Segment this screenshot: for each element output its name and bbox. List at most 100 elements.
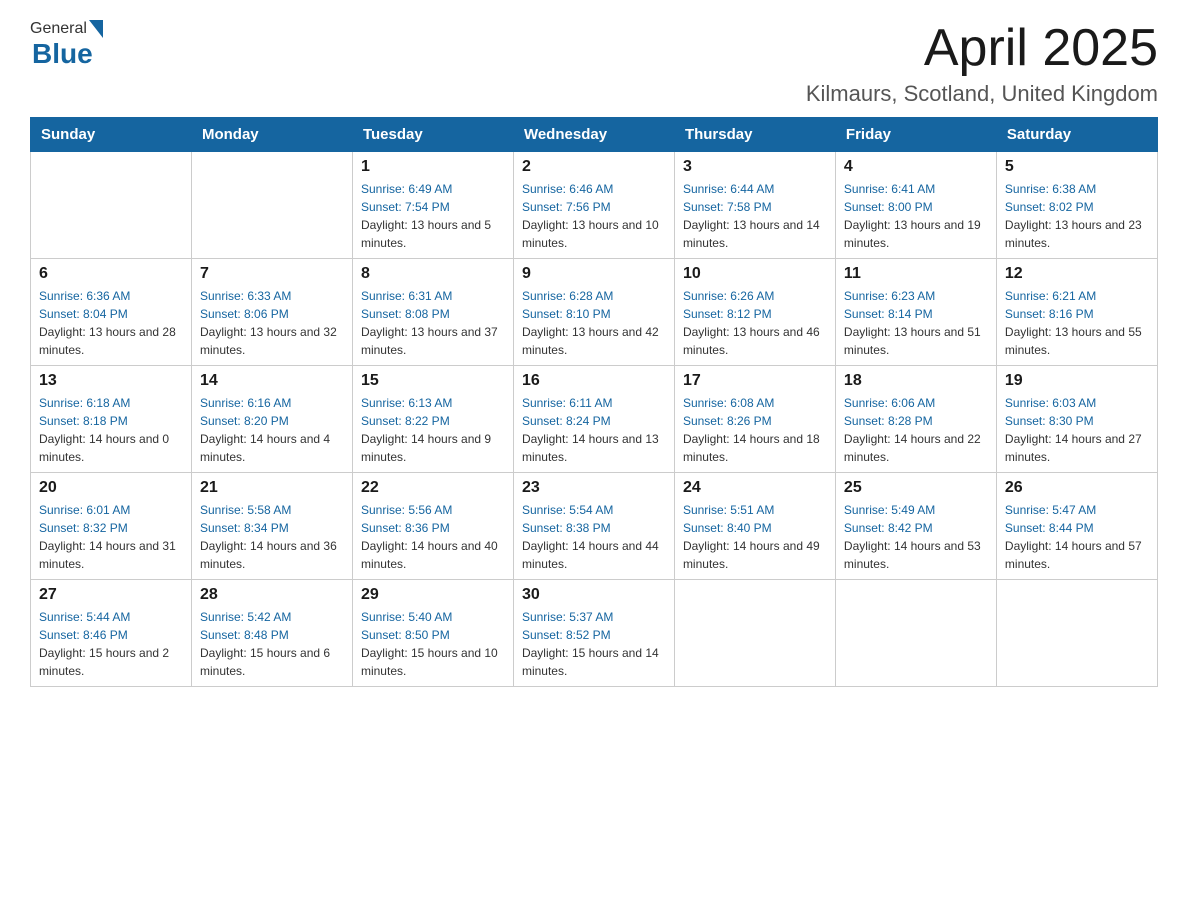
sunrise-text: Sunrise: 5:54 AM [522,501,666,519]
day-info: Sunrise: 5:51 AMSunset: 8:40 PMDaylight:… [683,501,827,573]
day-info: Sunrise: 5:40 AMSunset: 8:50 PMDaylight:… [361,608,505,680]
calendar-cell: 1Sunrise: 6:49 AMSunset: 7:54 PMDaylight… [352,152,513,259]
day-info: Sunrise: 6:33 AMSunset: 8:06 PMDaylight:… [200,287,344,359]
sunset-text: Sunset: 7:56 PM [522,198,666,216]
calendar-cell: 12Sunrise: 6:21 AMSunset: 8:16 PMDayligh… [996,259,1157,366]
day-number: 19 [1005,372,1149,390]
daylight-text: Daylight: 14 hours and 53 minutes. [844,537,988,573]
sunset-text: Sunset: 8:52 PM [522,626,666,644]
calendar-cell [191,152,352,259]
daylight-text: Daylight: 14 hours and 27 minutes. [1005,430,1149,466]
sunrise-text: Sunrise: 5:40 AM [361,608,505,626]
day-info: Sunrise: 5:47 AMSunset: 8:44 PMDaylight:… [1005,501,1149,573]
day-info: Sunrise: 6:21 AMSunset: 8:16 PMDaylight:… [1005,287,1149,359]
daylight-text: Daylight: 14 hours and 13 minutes. [522,430,666,466]
calendar-cell: 17Sunrise: 6:08 AMSunset: 8:26 PMDayligh… [674,366,835,473]
sunset-text: Sunset: 7:58 PM [683,198,827,216]
calendar-cell: 14Sunrise: 6:16 AMSunset: 8:20 PMDayligh… [191,366,352,473]
calendar-cell: 20Sunrise: 6:01 AMSunset: 8:32 PMDayligh… [31,473,192,580]
sunset-text: Sunset: 8:38 PM [522,519,666,537]
daylight-text: Daylight: 15 hours and 14 minutes. [522,644,666,680]
day-number: 11 [844,265,988,283]
calendar-cell: 2Sunrise: 6:46 AMSunset: 7:56 PMDaylight… [513,152,674,259]
sunset-text: Sunset: 8:12 PM [683,305,827,323]
sunset-text: Sunset: 8:20 PM [200,412,344,430]
sunset-text: Sunset: 8:06 PM [200,305,344,323]
day-number: 26 [1005,479,1149,497]
day-number: 4 [844,158,988,176]
sunrise-text: Sunrise: 6:38 AM [1005,180,1149,198]
location-text: Kilmaurs, Scotland, United Kingdom [806,81,1158,107]
sunrise-text: Sunrise: 6:03 AM [1005,394,1149,412]
day-info: Sunrise: 6:03 AMSunset: 8:30 PMDaylight:… [1005,394,1149,466]
sunrise-text: Sunrise: 5:58 AM [200,501,344,519]
weekday-header-tuesday: Tuesday [352,118,513,152]
daylight-text: Daylight: 13 hours and 32 minutes. [200,323,344,359]
sunset-text: Sunset: 8:34 PM [200,519,344,537]
daylight-text: Daylight: 13 hours and 46 minutes. [683,323,827,359]
sunrise-text: Sunrise: 6:31 AM [361,287,505,305]
calendar-cell: 3Sunrise: 6:44 AMSunset: 7:58 PMDaylight… [674,152,835,259]
sunrise-text: Sunrise: 6:16 AM [200,394,344,412]
calendar-cell: 16Sunrise: 6:11 AMSunset: 8:24 PMDayligh… [513,366,674,473]
day-number: 6 [39,265,183,283]
daylight-text: Daylight: 14 hours and 22 minutes. [844,430,988,466]
sunrise-text: Sunrise: 5:56 AM [361,501,505,519]
sunset-text: Sunset: 8:08 PM [361,305,505,323]
day-info: Sunrise: 6:16 AMSunset: 8:20 PMDaylight:… [200,394,344,466]
calendar-cell [674,580,835,687]
daylight-text: Daylight: 13 hours and 23 minutes. [1005,216,1149,252]
sunset-text: Sunset: 8:28 PM [844,412,988,430]
day-info: Sunrise: 6:28 AMSunset: 8:10 PMDaylight:… [522,287,666,359]
page-header: General Blue April 2025 Kilmaurs, Scotla… [30,20,1158,107]
day-number: 22 [361,479,505,497]
day-number: 27 [39,586,183,604]
day-info: Sunrise: 6:41 AMSunset: 8:00 PMDaylight:… [844,180,988,252]
daylight-text: Daylight: 13 hours and 28 minutes. [39,323,183,359]
daylight-text: Daylight: 14 hours and 18 minutes. [683,430,827,466]
daylight-text: Daylight: 14 hours and 36 minutes. [200,537,344,573]
daylight-text: Daylight: 14 hours and 4 minutes. [200,430,344,466]
sunrise-text: Sunrise: 6:13 AM [361,394,505,412]
sunset-text: Sunset: 8:42 PM [844,519,988,537]
calendar-body: 1Sunrise: 6:49 AMSunset: 7:54 PMDaylight… [31,152,1158,687]
daylight-text: Daylight: 14 hours and 40 minutes. [361,537,505,573]
sunrise-text: Sunrise: 6:28 AM [522,287,666,305]
daylight-text: Daylight: 13 hours and 37 minutes. [361,323,505,359]
calendar-cell: 28Sunrise: 5:42 AMSunset: 8:48 PMDayligh… [191,580,352,687]
daylight-text: Daylight: 13 hours and 42 minutes. [522,323,666,359]
calendar-cell [996,580,1157,687]
day-number: 17 [683,372,827,390]
calendar-table: SundayMondayTuesdayWednesdayThursdayFrid… [30,117,1158,687]
calendar-cell: 4 Sunrise: 6:41 AMSunset: 8:00 PMDaylight… [835,152,996,259]
day-number: 18 [844,372,988,390]
day-number: 5 [1005,158,1149,176]
calendar-week-5: 27 Sunrise: 5:44 AMSunset: 8:46 PMDayligh… [31,580,1158,687]
calendar-cell: 29Sunrise: 5:40 AMSunset: 8:50 PMDayligh… [352,580,513,687]
calendar-cell: 30Sunrise: 5:37 AMSunset: 8:52 PMDayligh… [513,580,674,687]
sunrise-text: Sunrise: 6:44 AM [683,180,827,198]
weekday-header-saturday: Saturday [996,118,1157,152]
sunrise-text: Sunrise: 6:26 AM [683,287,827,305]
calendar-cell: 18Sunrise: 6:06 AMSunset: 8:28 PMDayligh… [835,366,996,473]
sunrise-text: Sunrise: 5:51 AM [683,501,827,519]
daylight-text: Daylight: 15 hours and 6 minutes. [200,644,344,680]
sunrise-text: Sunrise: 5:44 AM [39,608,183,626]
sunset-text: Sunset: 8:02 PM [1005,198,1149,216]
day-info: Sunrise: 5:44 AMSunset: 8:46 PMDaylight:… [39,608,183,680]
day-number: 16 [522,372,666,390]
day-info: Sunrise: 6:36 AMSunset: 8:04 PMDaylight:… [39,287,183,359]
sunrise-text: Sunrise: 6:23 AM [844,287,988,305]
sunset-text: Sunset: 8:44 PM [1005,519,1149,537]
sunrise-text: Sunrise: 5:42 AM [200,608,344,626]
calendar-header: SundayMondayTuesdayWednesdayThursdayFrid… [31,118,1158,152]
sunset-text: Sunset: 8:40 PM [683,519,827,537]
sunrise-text: Sunrise: 6:01 AM [39,501,183,519]
day-number: 2 [522,158,666,176]
daylight-text: Daylight: 14 hours and 0 minutes. [39,430,183,466]
sunrise-text: Sunrise: 6:33 AM [200,287,344,305]
daylight-text: Daylight: 14 hours and 57 minutes. [1005,537,1149,573]
day-info: Sunrise: 6:01 AMSunset: 8:32 PMDaylight:… [39,501,183,573]
day-info: Sunrise: 5:49 AMSunset: 8:42 PMDaylight:… [844,501,988,573]
sunset-text: Sunset: 8:36 PM [361,519,505,537]
